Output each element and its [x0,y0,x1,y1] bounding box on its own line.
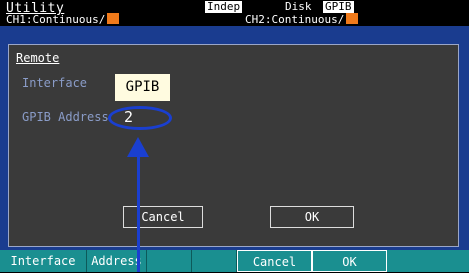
pointer-arrow-shaft [137,155,140,272]
ch2-label: CH2:Continuous/ [245,13,345,26]
ch1-color-swatch [107,13,120,24]
indep-indicator: Indep [205,0,243,13]
softkey-empty-2[interactable] [192,250,237,272]
dialog-title: Remote [16,51,60,65]
remote-dialog [8,44,459,247]
ch2-color-swatch [346,13,359,24]
gpib-indicator: GPIB [323,0,354,13]
pointer-arrow-icon [127,137,149,157]
interface-label: Interface [22,76,88,90]
softkey-ok[interactable]: OK [312,250,387,272]
softkey-interface[interactable]: Interface [0,250,87,272]
instrument-screen: Utility Indep Disk GPIB CH1:Continuous/ … [0,0,469,272]
ok-button[interactable]: OK [270,206,354,228]
ch2-status: CH2:Continuous/ [245,13,359,26]
status-header: Utility Indep Disk GPIB CH1:Continuous/ … [0,0,469,26]
cancel-button[interactable]: Cancel [123,206,203,228]
softkey-empty-3[interactable] [387,250,469,272]
ch1-label: CH1:Continuous/ [6,13,106,26]
softkey-empty-1[interactable] [147,250,192,272]
interface-value[interactable]: GPIB [115,74,170,101]
gpib-address-label: GPIB Address [22,110,109,124]
softkey-cancel[interactable]: Cancel [237,250,312,272]
highlight-ellipse [108,106,172,130]
ch1-status: CH1:Continuous/ [6,13,120,26]
disk-indicator: Disk [285,0,312,13]
